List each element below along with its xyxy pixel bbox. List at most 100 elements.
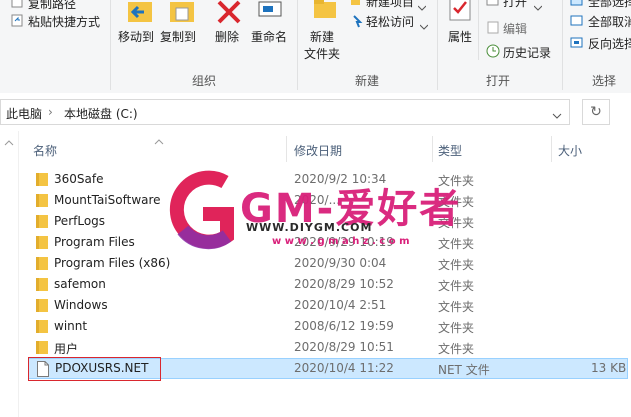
refresh-icon: ↻ <box>590 104 602 120</box>
folder-icon <box>36 236 48 249</box>
folder-icon <box>36 194 48 207</box>
invert-selection-icon <box>570 37 584 52</box>
new-folder-button-line2: 文件夹 <box>304 47 341 61</box>
chevron-down-icon <box>419 19 429 33</box>
file-modified: 2020/9/30 0:04 <box>294 256 387 270</box>
folder-icon <box>36 215 48 228</box>
column-header-type[interactable]: 类型 <box>438 142 462 159</box>
file-type: 文件夹 <box>438 279 475 293</box>
column-divider[interactable] <box>286 136 287 162</box>
ribbon: 复制路径 粘贴快捷方式 移动到 复制到 删除 重命名 组织 新建 文件夹 新建项… <box>0 0 631 94</box>
move-to-icon <box>124 0 156 31</box>
ribbon-separator <box>562 0 563 90</box>
breadcrumb-this-pc[interactable]: 此电脑 <box>6 105 42 122</box>
copy-path-icon <box>10 0 24 12</box>
chevron-down-icon <box>417 0 427 14</box>
select-all-icon <box>570 0 584 10</box>
select-all-button[interactable]: 全部选择 <box>588 0 631 10</box>
file-modified: 2008/6/12 19:59 <box>294 319 394 333</box>
invert-selection-button[interactable]: 反向选择 <box>588 35 631 52</box>
ribbon-separator <box>110 0 111 90</box>
file-name: MountTaiSoftware <box>54 193 161 207</box>
copy-path-button[interactable]: 复制路径 <box>28 0 76 12</box>
folder-icon <box>36 299 48 312</box>
scroll-up-icon[interactable] <box>4 136 14 150</box>
file-name: 360Safe <box>54 172 104 186</box>
copy-to-icon <box>166 0 198 31</box>
file-name: Program Files (x86) <box>54 256 171 270</box>
select-none-icon <box>570 15 584 30</box>
file-type: 文件夹 <box>438 321 475 335</box>
delete-button[interactable]: 删除 <box>215 28 239 45</box>
file-modified: 2020/8/29 10:52 <box>294 277 394 291</box>
ribbon-separator <box>297 0 298 90</box>
table-row[interactable]: Windows 2020/10/4 2:51 文件夹 <box>28 295 628 316</box>
table-row[interactable]: 用户 2020/8/29 10:51 文件夹 <box>28 337 628 358</box>
file-name: Windows <box>54 298 108 312</box>
new-item-icon <box>350 0 362 10</box>
table-row[interactable]: safemon 2020/8/29 10:52 文件夹 <box>28 274 628 295</box>
file-type: NET 文件 <box>438 363 490 377</box>
refresh-button[interactable]: ↻ <box>582 99 610 125</box>
chevron-down-icon <box>533 0 543 14</box>
column-header-name[interactable]: 名称 <box>33 142 57 159</box>
new-folder-button[interactable]: 新建 <box>310 28 334 45</box>
sort-up-icon <box>154 134 164 148</box>
ribbon-separator <box>478 0 479 60</box>
easy-access-icon <box>350 14 364 31</box>
folder-icon <box>36 341 48 354</box>
breadcrumb-current-drive[interactable]: 本地磁盘 (C:) <box>64 105 138 122</box>
history-button[interactable]: 历史记录 <box>503 44 551 61</box>
copy-to-button[interactable]: 复制到 <box>160 28 196 45</box>
properties-icon <box>448 0 472 25</box>
file-modified: 2020/10/4 2:51 <box>294 298 387 312</box>
ribbon-separator <box>437 0 438 90</box>
rename-button[interactable]: 重命名 <box>251 28 287 45</box>
properties-button[interactable]: 属性 <box>448 28 472 45</box>
edit-button[interactable]: 编辑 <box>503 20 527 37</box>
address-bar-row: 此电脑 › 本地磁盘 (C:) ↻ <box>0 93 631 131</box>
file-type: 文件夹 <box>438 300 475 314</box>
column-divider[interactable] <box>432 136 433 162</box>
address-dropdown-icon[interactable] <box>552 109 562 123</box>
file-type: 文件夹 <box>438 258 475 272</box>
table-row[interactable]: Program Files (x86) 2020/9/30 0:04 文件夹 <box>28 253 628 274</box>
column-divider[interactable] <box>551 136 552 162</box>
open-icon <box>486 0 500 10</box>
group-label-open: 打开 <box>486 74 511 88</box>
column-header-modified[interactable]: 修改日期 <box>294 142 342 159</box>
file-modified: 2020/8/29 10:51 <box>294 340 394 354</box>
history-icon <box>486 44 500 61</box>
group-label-new: 新建 <box>355 74 380 88</box>
easy-access-button[interactable]: 轻松访问 <box>366 13 414 30</box>
file-type: 文件夹 <box>438 342 475 356</box>
highlight-annotation-box <box>28 357 161 381</box>
file-size: 13 KB <box>591 361 627 375</box>
column-header-size[interactable]: 大小 <box>558 142 582 159</box>
file-name: winnt <box>54 319 88 333</box>
move-to-button[interactable]: 移动到 <box>118 28 154 45</box>
folder-icon <box>36 257 48 270</box>
delete-icon <box>216 0 242 27</box>
edit-icon <box>486 20 500 37</box>
group-label-organize: 组织 <box>192 74 217 88</box>
paste-shortcut-icon <box>10 13 24 30</box>
file-name: PerfLogs <box>54 214 106 228</box>
rename-icon <box>256 0 284 27</box>
new-folder-icon <box>312 0 338 25</box>
file-name: Program Files <box>54 235 135 249</box>
folder-icon <box>36 320 48 333</box>
group-label-select: 选择 <box>592 74 617 88</box>
folder-icon <box>36 173 48 186</box>
new-item-button[interactable]: 新建项目 <box>366 0 414 10</box>
nav-pane-edge <box>0 131 19 417</box>
table-row[interactable]: winnt 2008/6/12 19:59 文件夹 <box>28 316 628 337</box>
file-name: 用户 <box>54 342 79 356</box>
paste-shortcut-button[interactable]: 粘贴快捷方式 <box>28 13 100 30</box>
breadcrumb-separator: › <box>48 105 53 119</box>
file-modified: 2020/10/4 11:22 <box>294 361 394 375</box>
select-none-button[interactable]: 全部取消 <box>588 13 631 30</box>
file-name: safemon <box>54 277 106 291</box>
open-button[interactable]: 打开 <box>503 0 527 10</box>
folder-icon <box>36 278 48 291</box>
